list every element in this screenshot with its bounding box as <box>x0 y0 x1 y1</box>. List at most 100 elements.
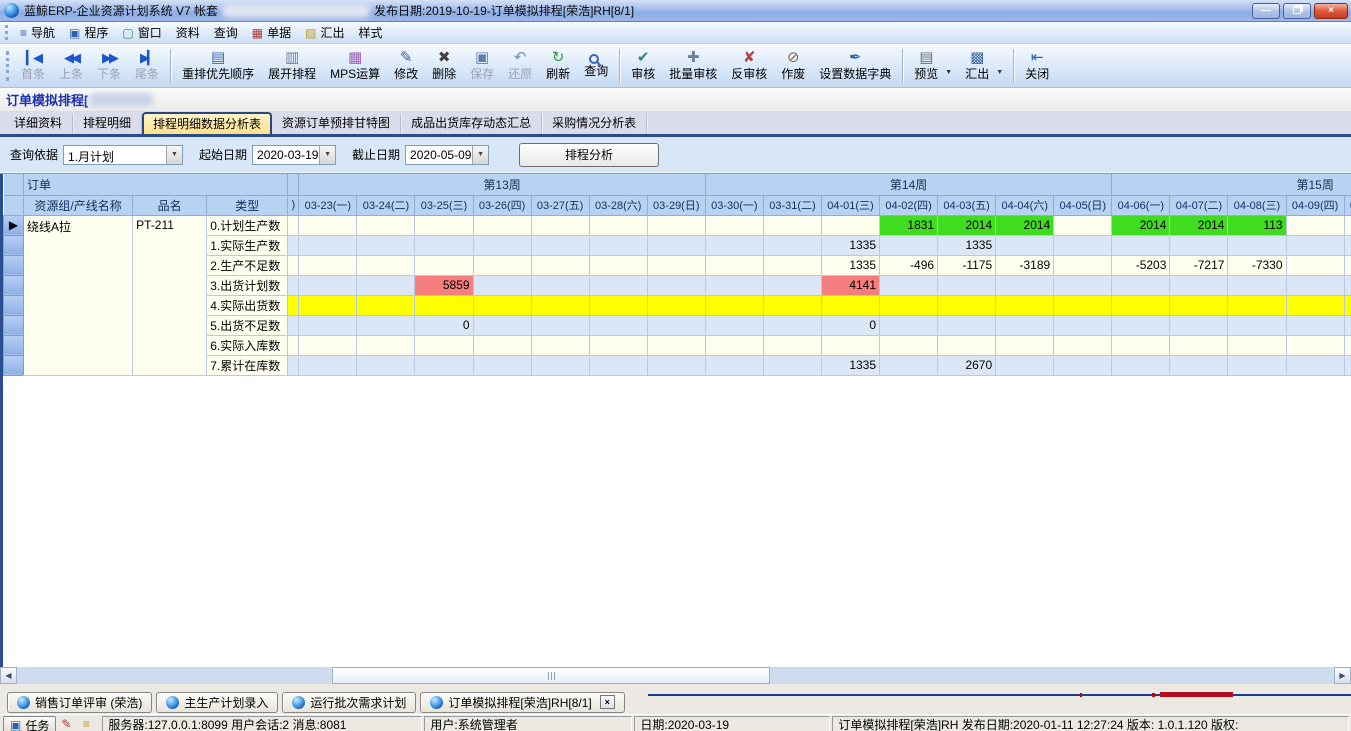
grid-cell[interactable] <box>299 255 357 275</box>
grid-cell[interactable] <box>589 235 647 255</box>
grid-cell[interactable] <box>531 275 589 295</box>
menu-item-0[interactable]: ≡导航 <box>13 22 62 43</box>
scrollbar-thumb[interactable] <box>332 667 770 684</box>
grid-cell[interactable] <box>473 355 531 375</box>
restore-button[interactable] <box>1283 3 1311 19</box>
chevron-down-icon[interactable]: ▼ <box>472 146 488 164</box>
grid-cell[interactable] <box>1054 215 1112 235</box>
chevron-down-icon[interactable]: ▼ <box>996 69 1003 76</box>
grid-cell[interactable] <box>705 335 763 355</box>
toolbar-button-batch-approve[interactable]: ✚批量审核 <box>662 46 724 86</box>
grid-cell[interactable] <box>1228 295 1286 315</box>
product-cell[interactable]: PT-211 <box>133 215 207 375</box>
grid-cell[interactable] <box>1054 315 1112 335</box>
mdi-tab-1[interactable]: 主生产计划录入 <box>156 692 278 713</box>
grid-cell[interactable] <box>531 215 589 235</box>
toolbar-button-search[interactable]: 查询 <box>577 46 615 86</box>
scroll-left-arrow-icon[interactable]: ◀ <box>0 667 17 684</box>
grid-cell[interactable] <box>357 355 415 375</box>
grid-cell[interactable]: 1335 <box>821 255 879 275</box>
toolbar-button-edit[interactable]: ✎修改 <box>387 46 425 86</box>
menu-item-2[interactable]: ▢窗口 <box>115 22 168 43</box>
grid-cell[interactable] <box>415 335 473 355</box>
toolbar-button-void[interactable]: ⊘作废 <box>774 46 812 86</box>
grid-cell[interactable] <box>1112 295 1170 315</box>
grid-cell[interactable] <box>996 335 1054 355</box>
grid-cell[interactable]: -3189 <box>996 255 1054 275</box>
grid-cell[interactable] <box>1170 275 1228 295</box>
tab-0[interactable]: 详细资料 <box>4 114 73 134</box>
grid-cell[interactable] <box>473 295 531 315</box>
grid-cell[interactable] <box>473 235 531 255</box>
grid-cell[interactable] <box>299 215 357 235</box>
grid-cell[interactable] <box>763 275 821 295</box>
grid-cell[interactable] <box>531 335 589 355</box>
grid-cell[interactable]: 0 <box>415 315 473 335</box>
grid-cell[interactable] <box>1228 315 1286 335</box>
start-date-select[interactable]: 2020-03-19 ▼ <box>252 145 336 165</box>
grid-cell[interactable]: 2014 <box>996 215 1054 235</box>
grid-cell[interactable] <box>1228 355 1286 375</box>
grid-cell[interactable] <box>763 355 821 375</box>
end-date-select[interactable]: 2020-05-09 ▼ <box>405 145 489 165</box>
grid-cell[interactable] <box>357 275 415 295</box>
row-indicator[interactable] <box>4 235 24 255</box>
grid-cell[interactable] <box>589 215 647 235</box>
grid-cell[interactable] <box>821 295 879 315</box>
grid-cell[interactable] <box>763 335 821 355</box>
grid-cell[interactable] <box>996 315 1054 335</box>
clipped-cell[interactable] <box>288 295 299 315</box>
grid-cell[interactable] <box>880 275 938 295</box>
row-type-label[interactable]: 4.实际出货数 <box>207 295 288 315</box>
grid-cell[interactable] <box>705 255 763 275</box>
grid-cell[interactable] <box>763 235 821 255</box>
grid-cell[interactable] <box>1112 315 1170 335</box>
grid-cell[interactable] <box>880 355 938 375</box>
toolbar-button-preview[interactable]: ▤预览 <box>907 46 945 86</box>
grid-cell[interactable] <box>473 255 531 275</box>
grid-cell[interactable] <box>473 275 531 295</box>
grid-cell[interactable] <box>1286 315 1344 335</box>
grid-cell[interactable] <box>531 235 589 255</box>
grid-cell[interactable] <box>357 315 415 335</box>
grid-cell[interactable] <box>1228 335 1286 355</box>
row-indicator[interactable] <box>4 275 24 295</box>
tab-4[interactable]: 成品出货库存动态汇总 <box>401 114 542 134</box>
grid-cell[interactable] <box>1170 315 1228 335</box>
grid-cell[interactable] <box>589 275 647 295</box>
grid-cell[interactable] <box>299 275 357 295</box>
menu-item-1[interactable]: ▣程序 <box>62 22 115 43</box>
grid-cell[interactable] <box>1170 335 1228 355</box>
grid-cell[interactable] <box>938 275 996 295</box>
grid-cell[interactable] <box>647 335 705 355</box>
grid-cell[interactable] <box>821 335 879 355</box>
grid-cell[interactable] <box>1112 235 1170 255</box>
mdi-tab-0[interactable]: 销售订单评审 (荣浩) <box>7 692 152 713</box>
grid-cell[interactable] <box>473 335 531 355</box>
grid-cell[interactable] <box>357 295 415 315</box>
grid-cell[interactable] <box>763 315 821 335</box>
grid-cell[interactable] <box>531 295 589 315</box>
clipped-cell[interactable] <box>288 335 299 355</box>
grid-cell[interactable] <box>1054 235 1112 255</box>
toolbar-button-save[interactable]: ▣保存 <box>463 46 501 86</box>
grid-cell[interactable] <box>1344 335 1351 355</box>
grid-cell[interactable] <box>647 255 705 275</box>
grid-cell[interactable] <box>880 235 938 255</box>
grid-cell[interactable] <box>705 355 763 375</box>
grid-cell[interactable] <box>299 355 357 375</box>
clipped-cell[interactable] <box>288 235 299 255</box>
menu-item-5[interactable]: ▦单据 <box>245 22 298 43</box>
grid-cell[interactable] <box>415 235 473 255</box>
row-indicator[interactable]: ▶ <box>4 215 24 235</box>
query-basis-select[interactable]: 1.月计划 ▼ <box>63 145 183 165</box>
grid-cell[interactable] <box>647 295 705 315</box>
grid-cell[interactable] <box>1344 255 1351 275</box>
grid-cell[interactable] <box>589 355 647 375</box>
grid-cell[interactable]: 0 <box>821 315 879 335</box>
grid-cell[interactable] <box>705 215 763 235</box>
toolbar-button-nav-last[interactable]: ▶▎尾条 <box>128 46 166 86</box>
list-icon[interactable]: ≡ <box>76 716 96 731</box>
toolbar-button-expand-schedule[interactable]: ▥展开排程 <box>261 46 323 86</box>
grid-cell[interactable] <box>299 295 357 315</box>
